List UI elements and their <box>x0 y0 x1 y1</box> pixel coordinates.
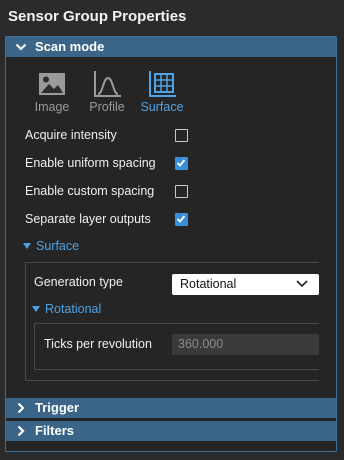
panel-title: Sensor Group Properties <box>8 8 187 25</box>
surface-icon <box>136 68 188 98</box>
checkmark-icon <box>176 215 186 223</box>
filters-label: Filters <box>35 423 75 438</box>
generation-type-value: Rotational <box>180 277 237 291</box>
profile-icon <box>81 68 133 98</box>
uniform-spacing-checkbox[interactable] <box>175 157 188 170</box>
tab-profile[interactable]: Profile <box>81 68 133 114</box>
ticks-per-revolution-input[interactable]: 360.000 <box>172 334 319 355</box>
uniform-spacing-label: Enable uniform spacing <box>25 156 156 170</box>
rotational-subsection-label: Rotational <box>45 302 102 316</box>
custom-spacing-label: Enable custom spacing <box>25 184 155 198</box>
filters-section-header[interactable]: Filters <box>6 421 336 441</box>
trigger-section-header[interactable]: Trigger <box>6 398 336 418</box>
separate-layer-checkbox[interactable] <box>175 213 188 226</box>
chevron-right-icon <box>14 401 28 415</box>
chevron-down-icon <box>14 40 28 54</box>
tab-surface[interactable]: Surface <box>136 68 188 114</box>
ticks-per-revolution-label: Ticks per revolution <box>44 337 152 351</box>
tab-profile-label: Profile <box>89 100 125 114</box>
triangle-down-icon <box>23 243 31 249</box>
triangle-down-icon <box>32 306 40 312</box>
chevron-down-icon <box>296 280 308 288</box>
chevron-right-icon <box>14 424 28 438</box>
tab-image-label: Image <box>34 100 70 114</box>
image-icon <box>26 68 78 98</box>
tab-surface-label: Surface <box>140 100 184 114</box>
generation-type-label: Generation type <box>34 275 123 289</box>
scan-mode-section-header[interactable]: Scan mode <box>6 37 336 57</box>
custom-spacing-checkbox[interactable] <box>175 185 188 198</box>
scan-mode-label: Scan mode <box>35 39 105 54</box>
ticks-per-revolution-value: 360.000 <box>178 337 224 351</box>
separate-layer-label: Separate layer outputs <box>25 212 151 226</box>
trigger-label: Trigger <box>35 400 80 415</box>
tab-image[interactable]: Image <box>26 68 78 114</box>
mode-tabs: Image Profile Surface <box>24 68 194 116</box>
rotational-subsection-header[interactable]: Rotational <box>32 302 101 316</box>
acquire-intensity-label: Acquire intensity <box>25 128 117 142</box>
surface-subsection-label: Surface <box>36 239 80 253</box>
checkmark-icon <box>176 159 186 167</box>
generation-type-select[interactable]: Rotational <box>172 274 319 295</box>
surface-subsection-header[interactable]: Surface <box>23 239 79 253</box>
acquire-intensity-checkbox[interactable] <box>175 129 188 142</box>
